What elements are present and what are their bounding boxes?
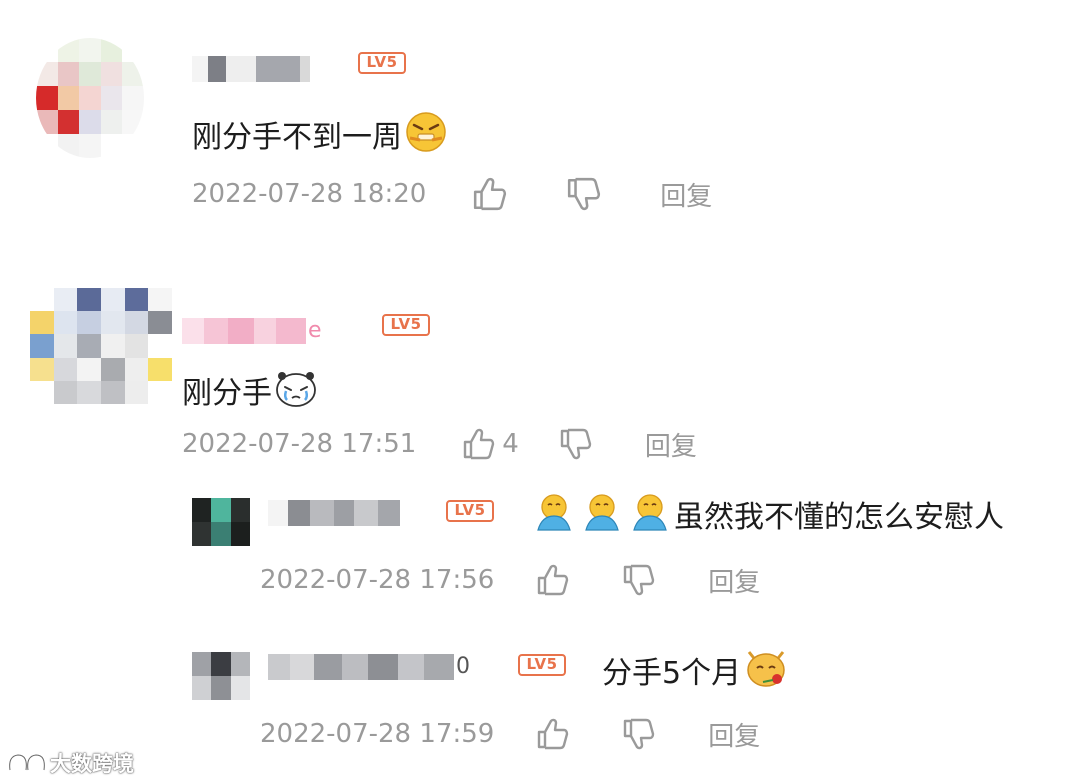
thumbs-down-icon <box>566 176 602 212</box>
level-badge: LV5 <box>518 654 566 676</box>
dislike-button[interactable] <box>622 563 656 597</box>
comment-text-content: 刚分手 <box>182 375 272 411</box>
avatar[interactable] <box>36 38 144 158</box>
hug-emoji <box>582 492 622 543</box>
hug-emoji <box>534 492 574 543</box>
like-count: 4 <box>502 429 519 459</box>
crying-panda-emoji <box>274 368 318 419</box>
username-suffix: e <box>308 318 322 343</box>
reply-button[interactable]: 回复 <box>708 562 760 599</box>
comment-meta: 2022-07-28 18:20 回复 <box>192 174 712 214</box>
avatar[interactable] <box>30 288 172 404</box>
reply-button[interactable]: 回复 <box>660 176 712 213</box>
dislike-button[interactable] <box>559 427 593 461</box>
thumbs-down-icon <box>622 717 656 751</box>
reply-text-content: 虽然我不懂的怎么安慰人 <box>674 499 1004 535</box>
watermark-text: 大数跨境 <box>50 752 134 776</box>
comment-text: 刚分手 <box>182 368 318 419</box>
timestamp: 2022-07-28 17:51 <box>182 429 417 459</box>
reply-button[interactable]: 回复 <box>708 716 760 753</box>
thumbs-up-icon <box>536 563 570 597</box>
watermark-logo-icon <box>8 753 46 771</box>
reply-button[interactable]: 回复 <box>645 426 697 463</box>
comment-text: 刚分手不到一周 <box>192 110 448 165</box>
reply-text-content: 分手5个月 <box>602 655 742 691</box>
reply-meta: 2022-07-28 17:56 回复 <box>260 560 760 600</box>
like-button[interactable] <box>536 717 570 751</box>
cat-with-rose-emoji <box>743 646 789 701</box>
dislike-button[interactable] <box>622 717 656 751</box>
username[interactable]: 0 <box>268 654 488 680</box>
username[interactable]: e <box>182 318 342 344</box>
like-button[interactable] <box>536 563 570 597</box>
avatar[interactable] <box>192 652 250 700</box>
username-suffix: 0 <box>456 654 470 679</box>
hug-emoji <box>630 492 670 543</box>
thumbs-up-icon <box>462 427 496 461</box>
thumbs-up-icon <box>536 717 570 751</box>
username[interactable] <box>268 500 414 526</box>
thumbs-down-icon <box>559 427 593 461</box>
thumbs-up-icon <box>472 176 508 212</box>
reply-text: 分手5个月 <box>602 646 789 701</box>
timestamp: 2022-07-28 17:59 <box>260 719 495 749</box>
level-badge: LV5 <box>382 314 430 336</box>
reply-text: 虽然我不懂的怎么安慰人 <box>534 492 1004 543</box>
watermark: 大数跨境 <box>6 748 134 778</box>
dislike-button[interactable] <box>566 176 602 212</box>
angry-bandaged-face-emoji <box>404 110 448 165</box>
thumbs-down-icon <box>622 563 656 597</box>
comment-text-content: 刚分手不到一周 <box>192 119 402 155</box>
level-badge: LV5 <box>446 500 494 522</box>
timestamp: 2022-07-28 17:56 <box>260 565 495 595</box>
level-badge: LV5 <box>358 52 406 74</box>
reply-meta: 2022-07-28 17:59 回复 <box>260 714 760 754</box>
avatar[interactable] <box>192 498 250 546</box>
timestamp: 2022-07-28 18:20 <box>192 179 427 209</box>
comment-meta: 2022-07-28 17:51 4 回复 <box>182 424 697 464</box>
like-button[interactable]: 4 <box>462 427 519 461</box>
like-button[interactable] <box>472 176 508 212</box>
username[interactable] <box>192 56 320 82</box>
